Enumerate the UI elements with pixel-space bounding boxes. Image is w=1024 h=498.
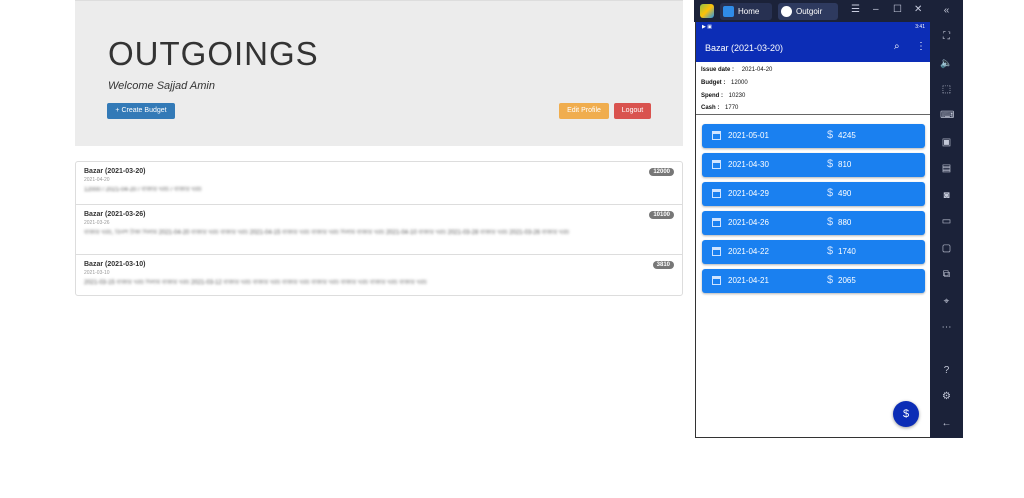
pointer-icon[interactable]: ⬚	[940, 83, 953, 96]
multi-instance-icon[interactable]: ⧉	[940, 268, 953, 281]
entry-date: 2021-05-01	[728, 131, 769, 140]
calendar-icon	[712, 131, 721, 140]
tab-outgoings-label: Outgoir	[796, 7, 823, 16]
budget-date: 2021-03-26	[84, 220, 110, 226]
minimize-icon[interactable]: –	[873, 4, 879, 15]
home-icon	[723, 6, 734, 18]
calendar-icon	[712, 160, 721, 169]
cash-value: 1770	[725, 105, 739, 111]
menu-icon[interactable]: ☰	[851, 4, 860, 15]
expense-entry[interactable]: 2021-04-30 $ 810	[702, 153, 925, 177]
amount-badge: 3810	[652, 261, 674, 269]
calendar-icon	[712, 189, 721, 198]
budget-date: 2021-03-10	[84, 270, 110, 276]
dollar-icon: $	[827, 216, 834, 228]
collapse-icon[interactable]: «	[940, 4, 953, 17]
create-budget-button[interactable]: + Create Budget	[107, 103, 175, 119]
list-item[interactable]: Bazar (2021-03-10) 2021-03-10 2021-03-15…	[76, 255, 682, 295]
issue-date-value: 2021-04-20	[741, 67, 773, 73]
settings-icon[interactable]: ⚙	[940, 390, 953, 403]
keyboard-icon[interactable]: ⌨	[940, 109, 954, 122]
page-title: OUTGOINGS	[108, 35, 319, 72]
bluestacks-logo-icon	[700, 4, 714, 18]
entry-amount: 490	[838, 189, 852, 198]
entry-date: 2021-04-22	[728, 247, 769, 256]
entry-amount: 4245	[838, 131, 856, 140]
entry-date: 2021-04-26	[728, 218, 769, 227]
help-icon[interactable]: ?	[940, 364, 953, 377]
entry-amount: 880	[838, 218, 852, 227]
app-bar-title: Bazar (2021-03-20)	[705, 43, 784, 53]
budget-value: 12000	[731, 80, 748, 86]
tab-outgoings[interactable]: Outgoir	[778, 3, 838, 20]
budget-label: Budget :	[701, 80, 726, 86]
expense-entry[interactable]: 2021-04-21 $ 2065	[702, 269, 925, 293]
list-item[interactable]: Bazar (2021-03-20) 2021-04-20 12000 / 20…	[76, 162, 682, 205]
list-item[interactable]: Bazar (2021-03-26) 2021-03-26 বাজার খরচ,…	[76, 205, 682, 255]
overflow-menu-icon[interactable]: ⋮	[916, 41, 926, 52]
app-bar: Bazar (2021-03-20) ⌕ ⋮	[696, 34, 930, 62]
budget-summary: Issue date : 2021-04-20 Budget : 12000 S…	[696, 62, 930, 115]
budget-details: বাজার খরচ, তিনশ টাকা দিলাম 2021-04-20 বা…	[84, 230, 570, 236]
record-icon[interactable]: ▭	[940, 215, 953, 228]
jumbotron: OUTGOINGS Welcome Sajjad Amin + Create B…	[75, 0, 683, 146]
app-icon	[781, 6, 792, 18]
screenshot-icon[interactable]: ◙	[940, 189, 953, 202]
expense-entry[interactable]: 2021-05-01 $ 4245	[702, 124, 925, 148]
amount-badge: 12000	[649, 168, 674, 176]
apk-icon[interactable]: ▤	[940, 162, 953, 175]
dollar-icon: $	[827, 158, 834, 170]
tab-home-label: Home	[738, 7, 760, 16]
logout-button[interactable]: Logout	[614, 103, 651, 119]
maximize-icon[interactable]: ☐	[893, 4, 902, 15]
back-icon[interactable]: ←	[940, 417, 953, 430]
expense-entry[interactable]: 2021-04-22 $ 1740	[702, 240, 925, 264]
spend-label: Spend :	[701, 93, 723, 99]
tab-home[interactable]: Home	[720, 3, 772, 20]
entry-amount: 2065	[838, 276, 856, 285]
budget-title[interactable]: Bazar (2021-03-10)	[84, 261, 674, 268]
entry-amount: 1740	[838, 247, 856, 256]
budget-list: Bazar (2021-03-20) 2021-04-20 12000 / 20…	[75, 161, 683, 296]
search-icon[interactable]: ⌕	[894, 41, 900, 52]
folder-icon[interactable]: ▢	[940, 242, 953, 255]
budget-details: 12000 / 2021-04-20 / বাজার খরচ / বাজার খ…	[84, 187, 202, 193]
close-icon[interactable]: ✕	[914, 4, 922, 15]
entry-date: 2021-04-29	[728, 189, 769, 198]
add-expense-fab[interactable]: $	[893, 401, 919, 427]
dollar-icon: $	[827, 129, 834, 141]
budget-title[interactable]: Bazar (2021-03-26)	[84, 211, 674, 218]
android-screen: ▶ ▣ 3:41 Bazar (2021-03-20) ⌕ ⋮ Issue da…	[695, 22, 930, 438]
clipboard-icon[interactable]: ▣	[940, 136, 953, 149]
dollar-icon: $	[827, 187, 834, 199]
volume-icon[interactable]: 🔈	[940, 57, 953, 70]
spend-value: 10230	[728, 93, 746, 99]
entry-date: 2021-04-30	[728, 160, 769, 169]
status-time: 3:41	[915, 24, 925, 30]
calendar-icon	[712, 247, 721, 256]
edit-profile-button[interactable]: Edit Profile	[559, 103, 609, 119]
location-icon[interactable]: ⌖	[940, 295, 953, 308]
issue-date-label: Issue date :	[701, 67, 735, 73]
status-bar: ▶ ▣ 3:41	[696, 22, 930, 34]
notification-icon: ▶ ▣	[702, 24, 712, 30]
entry-amount: 810	[838, 160, 852, 169]
budget-details: 2021-03-15 বাজার খরচ দিলাম বাজার খরচ 202…	[84, 280, 427, 286]
expense-entry[interactable]: 2021-04-26 $ 880	[702, 211, 925, 235]
amount-badge: 10100	[649, 211, 674, 219]
expense-entry[interactable]: 2021-04-29 $ 490	[702, 182, 925, 206]
entry-date: 2021-04-21	[728, 276, 769, 285]
dollar-icon: $	[827, 245, 834, 257]
budget-date: 2021-04-20	[84, 177, 110, 183]
calendar-icon	[712, 218, 721, 227]
more-icon[interactable]: ⋯	[940, 321, 953, 334]
budget-title[interactable]: Bazar (2021-03-20)	[84, 168, 674, 175]
fullscreen-icon[interactable]: ⛶	[940, 30, 953, 43]
welcome-text: Welcome Sajjad Amin	[108, 80, 215, 92]
cash-label: Cash :	[701, 105, 720, 111]
calendar-icon	[712, 276, 721, 285]
dollar-icon: $	[827, 274, 834, 286]
